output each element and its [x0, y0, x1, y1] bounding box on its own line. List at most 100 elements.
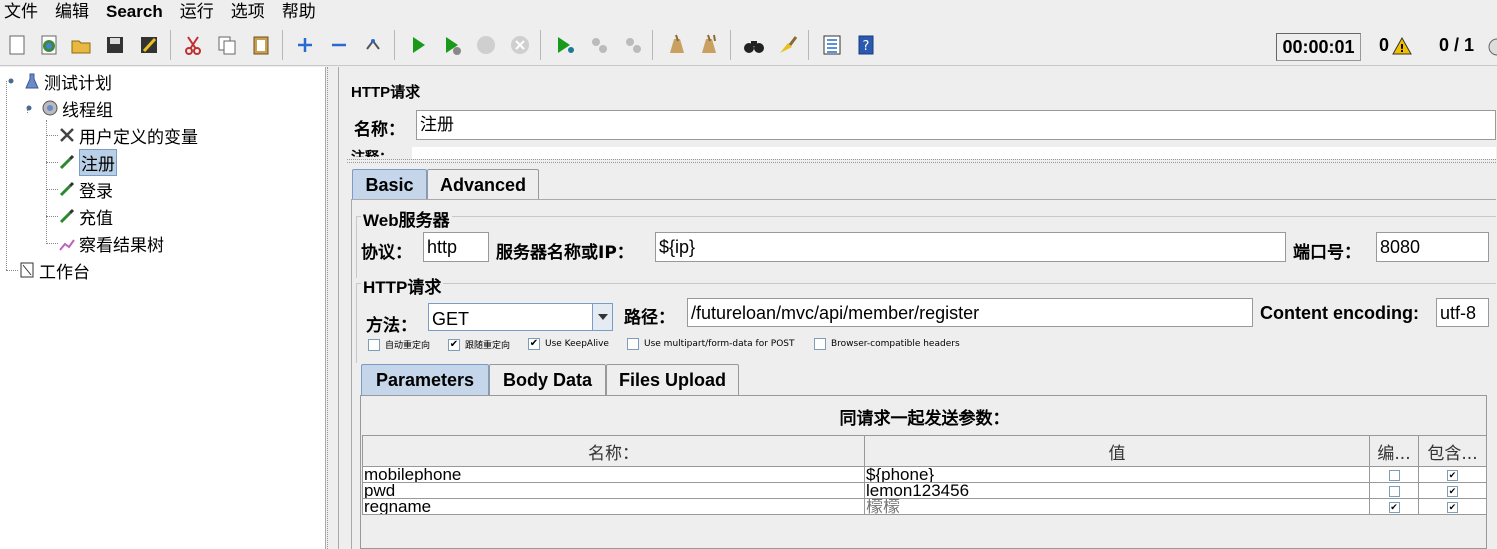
param-value-cell[interactable]: 檬檬: [864, 498, 1370, 515]
tree-node-label: 察看结果树: [79, 235, 164, 256]
menu-run[interactable]: 运行: [180, 1, 214, 23]
toggle-icon[interactable]: [358, 30, 388, 60]
encode-cell[interactable]: [1369, 482, 1419, 499]
cut-icon[interactable]: [178, 30, 208, 60]
shutdown-icon[interactable]: [505, 30, 535, 60]
table-row[interactable]: pwd lemon123456 ✔: [362, 482, 1487, 499]
port-input[interactable]: 8080: [1376, 232, 1489, 262]
clear-icon[interactable]: [661, 30, 691, 60]
encoding-input[interactable]: utf-8: [1436, 298, 1489, 327]
split-pane-divider[interactable]: [327, 67, 337, 549]
remote-shutdown-icon[interactable]: [618, 30, 648, 60]
column-header-encode[interactable]: 编...: [1369, 435, 1419, 467]
start-no-pause-icon[interactable]: [437, 30, 467, 60]
section-separator[interactable]: [347, 159, 1496, 163]
include-cell[interactable]: ✔: [1418, 482, 1487, 499]
tree-handle-icon[interactable]: [2, 72, 20, 90]
checkmark-icon[interactable]: ✔: [448, 338, 460, 351]
thread-counter: 0 / 1: [1439, 35, 1475, 55]
tree-node-workbench[interactable]: 工作台: [18, 258, 90, 283]
comment-input[interactable]: [412, 147, 1496, 159]
checkbox-multipart[interactable]: Use multipart/form-data for POST: [627, 338, 795, 350]
remote-stop-icon[interactable]: [584, 30, 614, 60]
checkbox-box[interactable]: [814, 338, 826, 350]
reset-search-icon[interactable]: [773, 30, 803, 60]
error-counter[interactable]: 0 !: [1379, 35, 1412, 56]
table-row[interactable]: regname 檬檬 ✔ ✔: [362, 498, 1487, 515]
expand-icon[interactable]: [290, 30, 320, 60]
checkbox-browser-headers[interactable]: Browser-compatible headers: [814, 338, 960, 350]
param-name-cell[interactable]: regname: [362, 498, 865, 515]
clear-all-icon[interactable]: [695, 30, 725, 60]
function-helper-icon[interactable]: [817, 30, 847, 60]
param-value-cell[interactable]: ${phone}: [864, 466, 1370, 483]
tree-node-recharge[interactable]: 充值: [58, 204, 113, 229]
templates-icon[interactable]: [34, 30, 64, 60]
checkbox-box[interactable]: [1388, 486, 1400, 498]
checkmark-icon[interactable]: ✔: [1447, 486, 1458, 498]
param-value-cell[interactable]: lemon123456: [864, 482, 1370, 499]
encoding-label: Content encoding:: [1260, 303, 1419, 323]
protocol-input[interactable]: http: [423, 232, 489, 262]
checkmark-icon[interactable]: ✔: [528, 338, 540, 350]
column-header-name[interactable]: 名称：: [362, 435, 865, 467]
checkbox-follow-redirects[interactable]: ✔ 跟随重定向: [448, 338, 510, 351]
server-input[interactable]: ${ip}: [655, 232, 1286, 262]
checkmark-icon[interactable]: ✔: [1447, 470, 1458, 482]
checkbox-keepalive[interactable]: ✔ Use KeepAlive: [528, 338, 609, 350]
remote-start-icon[interactable]: [550, 30, 580, 60]
chevron-down-icon[interactable]: [592, 304, 612, 330]
column-header-include[interactable]: 包含...: [1418, 435, 1487, 467]
stop-icon[interactable]: [471, 30, 501, 60]
encode-cell[interactable]: [1369, 466, 1419, 483]
menu-file[interactable]: 文件: [4, 1, 38, 23]
port-label: 端口号：: [1293, 243, 1361, 263]
tab-files-upload[interactable]: Files Upload: [606, 364, 739, 395]
help-icon[interactable]: ?: [851, 30, 881, 60]
paste-icon[interactable]: [246, 30, 276, 60]
menu-options[interactable]: 选项: [231, 1, 265, 23]
start-icon[interactable]: [403, 30, 433, 60]
tab-basic[interactable]: Basic: [352, 169, 427, 200]
tree-node-user-variables[interactable]: 用户定义的变量: [58, 123, 198, 148]
checkmark-icon[interactable]: ✔: [1447, 502, 1458, 514]
http-sampler-panel: HTTP请求 名称： 注册 注释： Basic Advanced Web服务器 …: [338, 67, 1497, 549]
tree-node-test-plan[interactable]: 测试计划: [2, 69, 112, 94]
param-name-cell[interactable]: pwd: [362, 482, 865, 499]
checkbox-auto-redirect[interactable]: 自动重定向: [368, 338, 430, 351]
method-label: 方法：: [366, 316, 417, 336]
checkmark-icon[interactable]: ✔: [1388, 502, 1400, 514]
refresh-icon[interactable]: [1487, 37, 1497, 57]
path-input[interactable]: /futureloan/mvc/api/member/register: [687, 298, 1253, 327]
tab-advanced[interactable]: Advanced: [427, 169, 539, 200]
name-input[interactable]: 注册: [416, 110, 1496, 140]
tree-node-register[interactable]: 注册: [58, 148, 117, 176]
method-select[interactable]: GET: [428, 303, 613, 331]
collapse-icon[interactable]: [324, 30, 354, 60]
param-name-cell[interactable]: mobilephone: [362, 466, 865, 483]
include-cell[interactable]: ✔: [1418, 466, 1487, 483]
column-header-value[interactable]: 值: [864, 435, 1370, 467]
open-icon[interactable]: [66, 30, 96, 60]
tab-body-data[interactable]: Body Data: [489, 364, 606, 395]
tree-node-thread-group[interactable]: 线程组: [20, 96, 113, 121]
save-as-icon[interactable]: [134, 30, 164, 60]
checkbox-box[interactable]: [1388, 470, 1400, 482]
comment-label: 注释：: [351, 147, 393, 157]
tree-node-login[interactable]: 登录: [58, 177, 113, 202]
encode-cell[interactable]: ✔: [1369, 498, 1419, 515]
tab-parameters[interactable]: Parameters: [361, 364, 489, 395]
copy-icon[interactable]: [212, 30, 242, 60]
menu-search[interactable]: Search: [106, 1, 163, 23]
save-icon[interactable]: [100, 30, 130, 60]
checkbox-box[interactable]: [627, 338, 639, 350]
menu-help[interactable]: 帮助: [282, 1, 316, 23]
include-cell[interactable]: ✔: [1418, 498, 1487, 515]
menu-edit[interactable]: 编辑: [55, 1, 89, 23]
tree-handle-icon[interactable]: [20, 99, 38, 117]
checkbox-box[interactable]: [368, 338, 380, 351]
new-icon[interactable]: [2, 30, 32, 60]
tree-node-results-tree[interactable]: 察看结果树: [58, 231, 164, 256]
search-icon[interactable]: [739, 30, 769, 60]
table-row[interactable]: mobilephone ${phone} ✔: [362, 466, 1487, 483]
